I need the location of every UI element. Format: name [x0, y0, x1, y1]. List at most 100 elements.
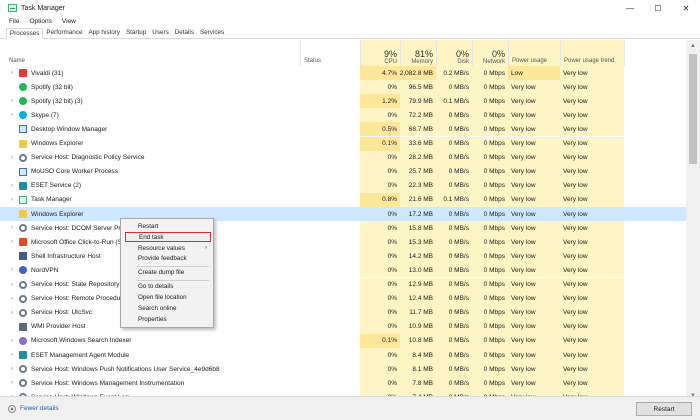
process-disk: 0 MB/s — [436, 263, 472, 278]
table-row[interactable]: › NordVPN 0% 13.0 MB 0 MB/s 0 Mbps Very low Ver… — [0, 263, 686, 278]
chevron-right-icon[interactable]: › — [7, 155, 17, 161]
maximize-button[interactable]: ☐ — [644, 0, 672, 16]
table-row[interactable]: Desktop Window Manager 0.5% 68.7 MB 0 MB/s 0… — [0, 122, 686, 137]
process-memory: 28.2 MB — [400, 150, 436, 165]
spotify-icon — [19, 97, 27, 106]
table-row[interactable]: MoUSO Core Worker Process 0% 25.7 MB 0 MB/s… — [0, 164, 686, 179]
chevron-right-icon[interactable]: › — [7, 225, 17, 231]
context-menu-item[interactable]: Resource values › — [125, 243, 211, 254]
column-header-power[interactable]: Power usage — [508, 40, 560, 66]
context-menu-item[interactable]: Provide feedback — [125, 254, 211, 265]
tab-services[interactable]: Services — [197, 28, 227, 38]
tab-startup[interactable]: Startup — [123, 28, 149, 38]
process-disk: 0 MB/s — [436, 235, 472, 250]
context-menu-item[interactable]: Properties — [125, 314, 211, 325]
tab-processes[interactable]: Processes — [6, 28, 44, 39]
scroll-thumb[interactable] — [689, 54, 697, 164]
chevron-right-icon[interactable]: › — [7, 70, 17, 76]
minimize-button[interactable]: — — [616, 0, 644, 16]
table-row[interactable]: › Service Host: Remote Procedure C 0% 12.4 … — [0, 291, 686, 306]
chevron-right-icon[interactable]: › — [7, 296, 17, 302]
process-power: Very low — [508, 80, 560, 95]
context-menu-item[interactable]: Create dump file — [125, 268, 211, 279]
table-row[interactable]: › Microsoft Windows Search Indexer 0.1% 10.… — [0, 333, 686, 348]
process-disk: 0 MB/s — [436, 122, 472, 137]
table-row[interactable]: › Service Host: UtcSvc 0% 11.7 MB 0 MB/s 0 Mb… — [0, 305, 686, 320]
column-header-network[interactable]: 0% Network — [472, 40, 508, 66]
column-header-status[interactable]: Status — [300, 40, 360, 66]
restart-button[interactable]: Restart — [636, 402, 692, 416]
context-menu-item[interactable]: Restart — [125, 221, 211, 232]
chevron-right-icon[interactable]: › — [7, 380, 17, 386]
process-name: Windows Explorer — [31, 210, 84, 218]
table-row[interactable]: Spotify (32 bit) 0% 96.5 MB 0 MB/s 0 Mbps Ver… — [0, 80, 686, 95]
tab-bar: Processes Performance App history Startu… — [0, 28, 700, 39]
table-row[interactable]: › Microsoft Office Click-to-Run (Sv 0% 15.3… — [0, 235, 686, 250]
table-row[interactable]: › Service Host: DCOM Server Proce 0% 15.8 M… — [0, 221, 686, 236]
chevron-right-icon[interactable]: › — [7, 366, 17, 372]
explorer-icon — [19, 210, 27, 219]
memory-label: Memory — [411, 59, 433, 65]
process-name: Task Manager — [31, 196, 72, 204]
tab-details[interactable]: Details — [172, 28, 197, 38]
table-row[interactable]: › Service Host: Diagnostic Policy Service… — [0, 150, 686, 165]
table-row[interactable]: Shell Infrastructure Host 0% 14.2 MB 0 MB/s… — [0, 249, 686, 264]
tab-app-history[interactable]: App history — [85, 28, 123, 38]
process-cpu: 0% — [360, 291, 400, 306]
explorer-icon — [19, 139, 27, 148]
column-header-disk[interactable]: 0% Disk — [436, 40, 472, 66]
process-status — [300, 292, 360, 306]
chevron-right-icon[interactable]: › — [7, 98, 17, 104]
eset-icon — [19, 181, 27, 190]
table-row[interactable]: › Spotify (32 bit) (3) 1.2% 79.9 MB 0.1 MB/s… — [0, 94, 686, 109]
chevron-right-icon[interactable]: › — [7, 267, 17, 273]
table-row[interactable]: Windows Explorer 0.1% 33.6 MB 0 MB/s 0 Mbps V… — [0, 136, 686, 151]
process-power-trend: Very low — [560, 277, 624, 292]
process-cpu: 0% — [360, 277, 400, 292]
context-menu-item[interactable]: Go to details — [125, 282, 211, 293]
column-header-power-trend[interactable]: Power usage trend — [560, 40, 624, 66]
fewer-details-link[interactable]: ▲ Fewer details — [8, 404, 59, 413]
table-row[interactable]: › ESET Service (2) 0% 22.3 MB 0 MB/s 0 Mbps Ve… — [0, 178, 686, 193]
vertical-scrollbar[interactable]: ▲ ▼ — [686, 40, 700, 402]
table-row[interactable]: › Service Host: State Repository Ser 0% 12.… — [0, 277, 686, 292]
chevron-right-icon[interactable]: › — [7, 239, 17, 245]
chevron-right-icon[interactable]: › — [7, 183, 17, 189]
chevron-right-icon[interactable]: › — [7, 310, 17, 316]
chevron-right-icon[interactable]: › — [7, 197, 17, 203]
table-row[interactable]: › Service Host: Windows Push Notification… — [0, 362, 686, 377]
menu-file[interactable]: File — [0, 18, 24, 25]
menu-view[interactable]: View — [57, 18, 81, 25]
chevron-right-icon[interactable]: › — [7, 282, 17, 288]
process-network: 0 Mbps — [472, 235, 508, 250]
process-status — [300, 320, 360, 334]
process-cpu: 0% — [387, 210, 397, 218]
process-name: Service Host: State Repository Ser — [31, 281, 132, 289]
column-header-memory[interactable]: 81% Memory — [400, 40, 436, 66]
context-menu-label: End task — [139, 233, 164, 241]
tab-performance[interactable]: Performance — [43, 28, 85, 38]
table-row[interactable]: › Task Manager 0.8% 21.6 MB 0.1 MB/s 0 Mbps Ve… — [0, 192, 686, 207]
column-header-cpu[interactable]: 9% CPU — [360, 40, 400, 66]
scroll-up-icon[interactable]: ▲ — [686, 40, 700, 52]
table-row[interactable]: › Service Host: Windows Management Instru… — [0, 376, 686, 391]
process-power-trend: Very low — [560, 80, 624, 95]
process-status — [300, 179, 360, 193]
table-row[interactable]: › Vivaldi (31) 4.7% 2,082.8 MB 0.2 MB/s 0 Mbp… — [0, 66, 686, 81]
column-header-name[interactable]: Name — [0, 40, 300, 66]
chevron-right-icon[interactable]: › — [7, 352, 17, 358]
chevron-right-icon[interactable]: › — [7, 112, 17, 118]
context-menu-item[interactable]: Open file location — [125, 292, 211, 303]
process-name-cell: Windows Explorer — [0, 137, 300, 151]
gear-icon — [19, 280, 27, 289]
table-row[interactable]: › ESET Management Agent Module 0% 8.4 MB 0 M… — [0, 348, 686, 363]
chevron-right-icon[interactable]: › — [7, 338, 17, 344]
tab-users[interactable]: Users — [149, 28, 171, 38]
close-button[interactable]: ✕ — [672, 0, 700, 16]
menu-options[interactable]: Options — [24, 18, 56, 25]
context-menu-item[interactable]: Search online — [125, 303, 211, 314]
context-menu-item[interactable]: End task — [125, 231, 211, 243]
table-row[interactable]: › Skype (7) 0% 72.2 MB 0 MB/s 0 Mbps Very low V… — [0, 108, 686, 123]
table-row[interactable]: Windows Explorer 0% 17.2 MB 0 MB/s 0 Mbps Ver… — [0, 207, 686, 222]
table-row[interactable]: WMI Provider Host 0% 10.9 MB 0 MB/s 0 Mbps Ve… — [0, 319, 686, 334]
